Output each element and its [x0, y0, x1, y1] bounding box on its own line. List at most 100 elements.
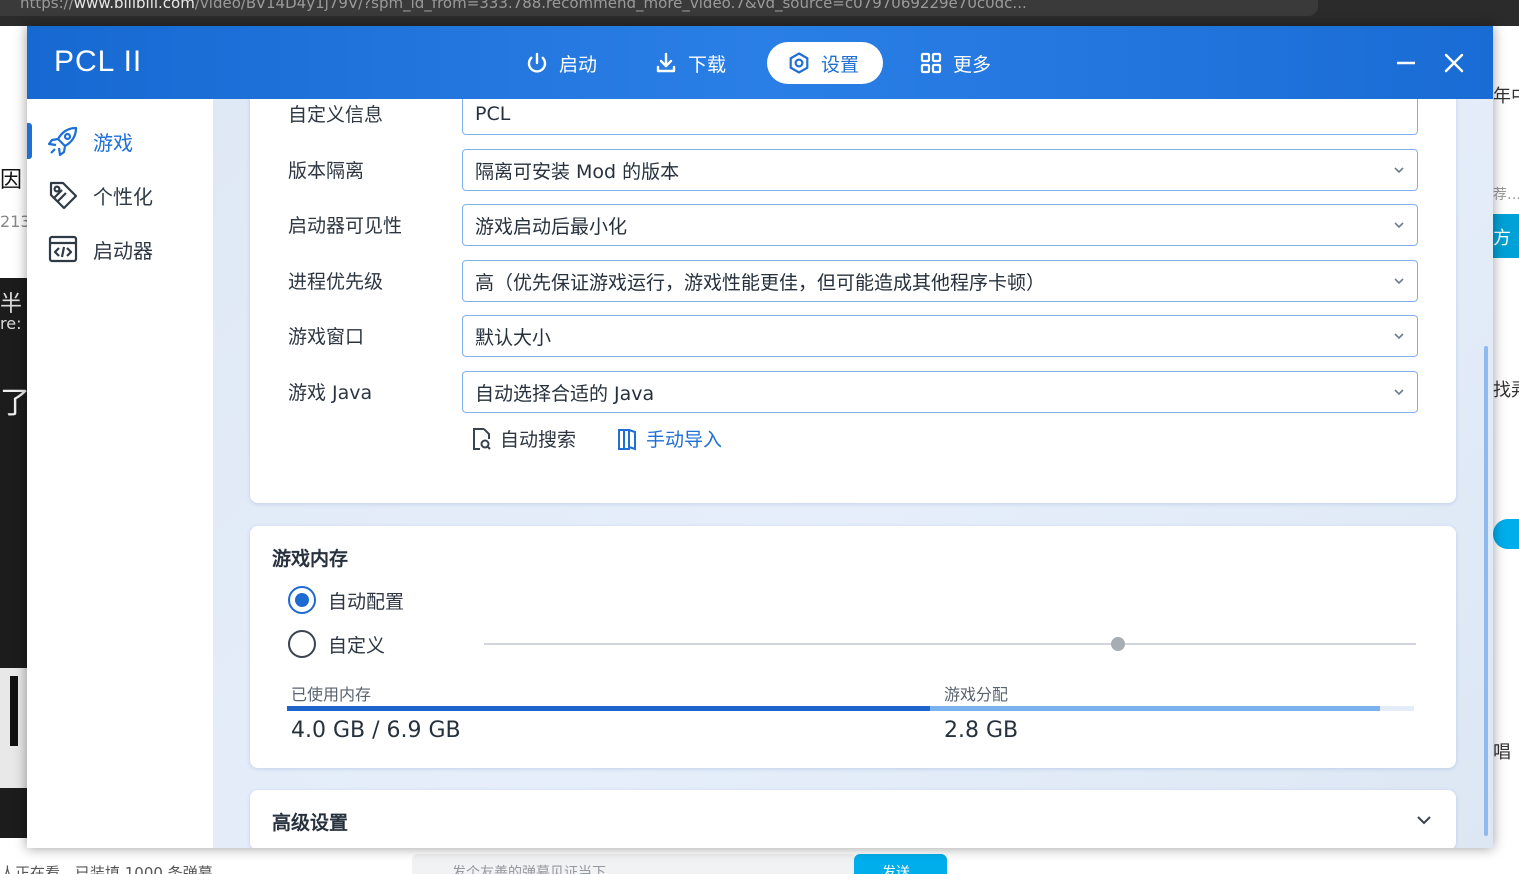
- app-title: PCL II: [54, 45, 143, 78]
- used-memory-label: 已使用内存: [291, 685, 372, 704]
- sidebar-item-game[interactable]: 游戏: [27, 119, 213, 163]
- game-memory-card: 游戏内存 自动配置 自定义 已使用内存 游戏分配 4.0 GB / 6.9 GB…: [250, 526, 1456, 768]
- sidebar-item-label: 个性化: [93, 184, 153, 209]
- nav-more-label: 更多: [953, 53, 992, 76]
- auto-search-button[interactable]: 自动搜索: [470, 425, 576, 452]
- tag-icon: [49, 181, 78, 210]
- book-import-icon: [618, 428, 636, 450]
- bg-left-fragment: re:: [0, 314, 22, 333]
- bg-danmaku-input: 发个友善的弹幕见证当下: [412, 854, 854, 874]
- url-host: www.bilibili.com: [73, 0, 195, 12]
- memory-bar: [287, 706, 1414, 711]
- settings-icon: [789, 52, 809, 74]
- radio-dot: [288, 586, 316, 614]
- memory-slider[interactable]: [484, 637, 1416, 651]
- bg-send-button: 发送: [854, 854, 947, 874]
- nav-settings-label: 设置: [821, 53, 860, 76]
- power-icon: [527, 52, 547, 73]
- custom-info-input[interactable]: PCL: [462, 99, 1418, 135]
- allocated-memory-value: 2.8 GB: [944, 718, 1019, 743]
- memory-auto-label: 自动配置: [328, 590, 405, 613]
- background-video: [0, 278, 27, 838]
- title-bar[interactable]: PCL II 启动 下载 设置 更多: [27, 26, 1493, 99]
- game-java-select[interactable]: 自动选择合适的 Java: [462, 371, 1418, 413]
- row-label-version-isolation: 版本隔离: [288, 160, 365, 182]
- memory-bar-used: [287, 706, 930, 711]
- bg-danmaku-placeholder: 发个友善的弹幕见证当下: [452, 865, 606, 874]
- bg-right-fragment: 唱: [1493, 742, 1511, 763]
- bg-send-label: 发送: [882, 865, 910, 874]
- close-icon: [1444, 53, 1464, 73]
- bg-right-fragment: 年中: [1493, 86, 1519, 107]
- version-isolation-value: 隔离可安装 Mod 的版本: [475, 160, 680, 183]
- rocket-icon: [47, 126, 78, 157]
- used-memory-value: 4.0 GB / 6.9 GB: [291, 718, 461, 743]
- manual-import-button[interactable]: 手动导入: [616, 425, 722, 452]
- chevron-down-icon[interactable]: [1414, 810, 1434, 830]
- chevron-down-icon: [1394, 333, 1404, 340]
- bg-left-fragment: 了: [0, 386, 30, 421]
- sidebar-item-personalize[interactable]: 个性化: [27, 173, 213, 217]
- download-icon: [656, 52, 676, 73]
- manual-import-label: 手动导入: [646, 429, 723, 451]
- process-priority-select[interactable]: 高（优先保证游戏运行，游戏性能更佳，但可能造成其他程序卡顿）: [462, 260, 1418, 302]
- launch-options-card: 自定义信息 PCL 版本隔离 隔离可安装 Mod 的版本 启动器可见性 游戏启动…: [250, 99, 1456, 503]
- pcl-launcher-window: PCL II 启动 下载 设置 更多 游戏 个性化 启动器 自定义信息 PCL …: [27, 26, 1493, 848]
- nav-launch-label: 启动: [559, 53, 598, 76]
- bg-right-fragment: 方: [1493, 228, 1511, 249]
- memory-bar-allocated: [930, 706, 1380, 711]
- browser-top-bar: https://www.bilibili.com/video/BV14D4y1j…: [0, 0, 1519, 26]
- chevron-down-icon: [1394, 389, 1404, 396]
- bg-left-fragment: 213: [0, 212, 31, 231]
- bg-right-fragment: 荐…: [1493, 187, 1519, 203]
- row-label-game-java: 游戏 Java: [288, 382, 373, 404]
- launcher-visibility-select[interactable]: 游戏启动后最小化: [462, 204, 1418, 246]
- bg-right-fragment: 找弄: [1493, 380, 1519, 401]
- nav-launch-button[interactable]: 启动: [505, 42, 617, 84]
- row-label-game-window: 游戏窗口: [288, 326, 365, 348]
- minimize-button[interactable]: [1389, 46, 1423, 80]
- row-label-launcher-visibility: 启动器可见性: [288, 215, 403, 237]
- memory-auto-radio[interactable]: 自动配置: [288, 586, 404, 614]
- sidebar-item-label: 启动器: [93, 238, 153, 263]
- row-label-process-priority: 进程优先级: [288, 271, 384, 293]
- advanced-settings-card[interactable]: 高级设置: [250, 790, 1456, 848]
- bg-bottom-text: 人正在看，已装填 1000 条弹幕: [0, 864, 213, 874]
- code-window-icon: [48, 235, 78, 263]
- minimize-icon: [1397, 61, 1415, 65]
- radio-dot: [288, 630, 316, 658]
- vertical-scrollbar[interactable]: [1484, 346, 1488, 836]
- settings-sidebar: 游戏 个性化 启动器: [27, 99, 213, 848]
- bg-right-toggle: [1493, 519, 1519, 549]
- address-bar[interactable]: https://www.bilibili.com/video/BV14D4y1j…: [0, 0, 1318, 16]
- close-button[interactable]: [1437, 46, 1471, 80]
- grid-icon: [920, 52, 942, 74]
- auto-search-label: 自动搜索: [500, 429, 577, 451]
- game-java-value: 自动选择合适的 Java: [475, 382, 655, 405]
- custom-info-value: PCL: [475, 103, 511, 125]
- video-frame-bar: [10, 676, 18, 746]
- memory-slider-thumb[interactable]: [1111, 637, 1125, 651]
- file-search-icon: [473, 427, 491, 450]
- memory-custom-radio[interactable]: 自定义: [288, 630, 385, 658]
- chevron-down-icon: [1394, 222, 1404, 229]
- chevron-down-icon: [1394, 167, 1404, 174]
- sidebar-item-launcher[interactable]: 启动器: [27, 227, 213, 271]
- settings-content[interactable]: 自定义信息 PCL 版本隔离 隔离可安装 Mod 的版本 启动器可见性 游戏启动…: [213, 99, 1493, 848]
- advanced-settings-title: 高级设置: [272, 812, 349, 834]
- process-priority-value: 高（优先保证游戏运行，游戏性能更佳，但可能造成其他程序卡顿）: [475, 271, 1046, 294]
- game-window-select[interactable]: 默认大小: [462, 315, 1418, 357]
- nav-settings-button[interactable]: 设置: [767, 42, 883, 84]
- url-prefix: https://: [20, 0, 74, 12]
- game-window-value: 默认大小: [475, 326, 552, 349]
- version-isolation-select[interactable]: 隔离可安装 Mod 的版本: [462, 149, 1418, 191]
- background-bottom-bar: 人正在看，已装填 1000 条弹幕 发个友善的弹幕见证当下 发送: [0, 848, 1519, 874]
- launcher-visibility-value: 游戏启动后最小化: [475, 215, 628, 238]
- nav-more-button[interactable]: 更多: [899, 42, 1011, 84]
- row-label-custom-info: 自定义信息: [288, 104, 384, 126]
- allocated-memory-label: 游戏分配: [944, 685, 1009, 704]
- memory-custom-label: 自定义: [328, 634, 386, 657]
- nav-download-button[interactable]: 下载: [634, 42, 746, 84]
- memory-card-title: 游戏内存: [272, 548, 349, 570]
- bg-left-fragment: 因: [0, 168, 23, 193]
